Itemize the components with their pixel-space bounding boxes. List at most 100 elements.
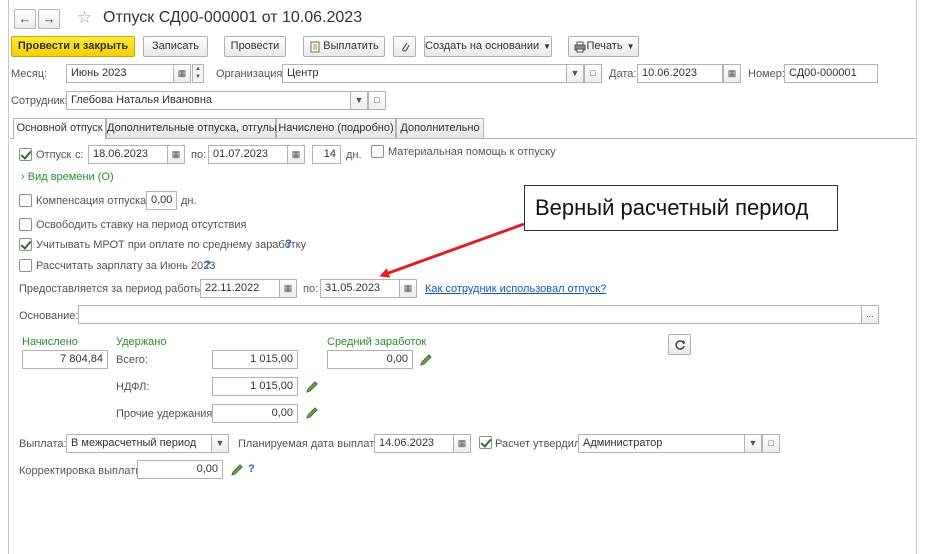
withheld-total-label: Всего: (116, 354, 148, 366)
employee-open-button[interactable]: □ (368, 91, 386, 110)
time-kind-link[interactable]: › Вид времени (О) (21, 170, 114, 184)
annotation-callout: Верный расчетный период (524, 185, 838, 231)
calendar-button[interactable]: ▦ (173, 64, 191, 83)
post-button[interactable]: Провести (224, 36, 286, 57)
vacation-to-field[interactable]: 01.07.2023 (208, 145, 288, 164)
help-icon[interactable]: ? (285, 237, 292, 251)
calc-salary-label: Рассчитать зарплату за Июнь 2023 (36, 260, 216, 272)
pencil-icon[interactable] (419, 353, 433, 367)
organization-open-button[interactable]: □ (584, 64, 602, 83)
open-icon: □ (768, 438, 774, 448)
caret-down-icon: ▼ (748, 438, 758, 448)
planned-date-label: Планируемая дата выплаты: (238, 438, 386, 450)
ndfl-field[interactable]: 1 015,00 (212, 377, 298, 396)
approved-by-field[interactable]: Администратор (578, 434, 762, 453)
forward-button[interactable]: → (38, 9, 60, 29)
calendar-button[interactable]: ▦ (167, 145, 185, 164)
days-field[interactable]: 14 (312, 145, 341, 164)
window-border-left (8, 0, 9, 554)
number-field[interactable]: СД00-000001 (784, 64, 878, 83)
approved-dropdown-button[interactable]: ▼ (744, 434, 762, 453)
pencil-icon[interactable] (305, 380, 319, 394)
withheld-total-value: 1 015,00 (212, 350, 298, 369)
month-stepper[interactable]: ▲ ▼ (192, 64, 204, 83)
compensation-days-field[interactable]: 0,00 (146, 191, 177, 210)
material-help-checkbox[interactable] (371, 145, 384, 158)
payout-label: Выплатить (323, 40, 379, 52)
back-button[interactable]: ← (14, 9, 36, 29)
paperclip-icon (402, 42, 410, 52)
star-icon[interactable]: ☆ (77, 9, 92, 27)
basis-field[interactable] (78, 305, 863, 324)
approved-open-button[interactable]: □ (762, 434, 780, 453)
payout-correction-field[interactable]: 0,00 (137, 460, 223, 479)
print-label: Печать (586, 40, 623, 52)
payout-field[interactable]: В межрасчетный период (66, 434, 228, 453)
average-earnings-field[interactable]: 0,00 (327, 350, 413, 369)
other-withholdings-label: Прочие удержания: (116, 408, 216, 420)
chevron-right-icon: › (21, 171, 25, 183)
tab-accrued-detailed[interactable]: Начислено (подробно) (276, 118, 396, 138)
caret-down-icon: ▼ (543, 42, 552, 51)
pencil-icon[interactable] (305, 406, 319, 420)
material-help-label: Материальная помощь к отпуску (388, 146, 556, 158)
how-used-link[interactable]: Как сотрудник использовал отпуск? (425, 282, 606, 296)
calendar-button[interactable]: ▦ (453, 434, 471, 453)
work-period-to-label: по: (303, 283, 319, 295)
pencil-icon[interactable] (230, 463, 244, 477)
help-icon[interactable]: ? (204, 258, 211, 272)
employee-dropdown-button[interactable]: ▼ (350, 91, 368, 110)
compensation-label: Компенсация отпуска (36, 195, 147, 207)
payout-button[interactable]: Выплатить (303, 36, 385, 57)
page-title: Отпуск СД00-000001 от 10.06.2023 (103, 9, 363, 26)
withheld-label: Удержано (116, 336, 167, 348)
free-rate-checkbox[interactable] (19, 218, 32, 231)
days-unit: дн. (346, 149, 362, 161)
date-label: Дата: (609, 68, 637, 80)
compensation-checkbox[interactable] (19, 194, 32, 207)
accrued-value: 7 804,84 (22, 350, 108, 369)
caret-down-icon: ▼ (215, 438, 225, 448)
calc-salary-checkbox[interactable] (19, 259, 32, 272)
date-field[interactable]: 10.06.2023 (637, 64, 723, 83)
print-button[interactable]: Печать ▼ (568, 36, 639, 57)
basis-select-button[interactable]: ... (861, 305, 879, 324)
accrued-label: Начислено (22, 336, 78, 348)
month-label: Месяц: (11, 68, 48, 80)
stepper-down-icon: ▼ (195, 74, 201, 80)
caret-down-icon: ▼ (626, 42, 635, 51)
approved-checkbox[interactable] (479, 436, 492, 449)
caret-down-icon: ▼ (354, 95, 364, 105)
planned-date-field[interactable]: 14.06.2023 (374, 434, 454, 453)
vacation-from-field[interactable]: 18.06.2023 (88, 145, 168, 164)
recalculate-button[interactable] (668, 334, 691, 355)
attach-button[interactable] (393, 36, 416, 57)
work-period-to-field[interactable]: 31.05.2023 (320, 279, 400, 298)
create-based-button[interactable]: Создать на основании ▼ (424, 36, 552, 57)
mrot-checkbox[interactable] (19, 238, 32, 251)
calendar-button[interactable]: ▦ (287, 145, 305, 164)
stepper-up-icon: ▲ (195, 66, 201, 72)
work-period-from-field[interactable]: 22.11.2022 (200, 279, 280, 298)
calendar-button[interactable]: ▦ (279, 279, 297, 298)
from-label: с: (75, 149, 84, 161)
other-withholdings-field[interactable]: 0,00 (212, 404, 298, 423)
help-icon[interactable]: ? (248, 462, 255, 476)
calendar-button[interactable]: ▦ (723, 64, 741, 83)
tab-additional[interactable]: Дополнительно (396, 118, 484, 138)
organization-label: Организация: (216, 68, 286, 80)
organization-field[interactable]: Центр (282, 64, 584, 83)
calendar-button[interactable]: ▦ (399, 279, 417, 298)
employee-field[interactable]: Глебова Наталья Ивановна (66, 91, 368, 110)
printer-icon (574, 41, 586, 53)
organization-dropdown-button[interactable]: ▼ (566, 64, 584, 83)
month-field[interactable]: Июнь 2023 (66, 64, 174, 83)
vacation-checkbox[interactable] (19, 148, 32, 161)
tab-additional-vacations[interactable]: Дополнительные отпуска, отгулы (106, 118, 277, 138)
open-icon: □ (374, 95, 380, 105)
refresh-icon (675, 340, 685, 350)
tab-main-vacation[interactable]: Основной отпуск (13, 118, 106, 139)
payout-dropdown-button[interactable]: ▼ (211, 434, 229, 453)
save-button[interactable]: Записать (143, 36, 208, 57)
post-and-close-button[interactable]: Провести и закрыть (11, 36, 135, 57)
